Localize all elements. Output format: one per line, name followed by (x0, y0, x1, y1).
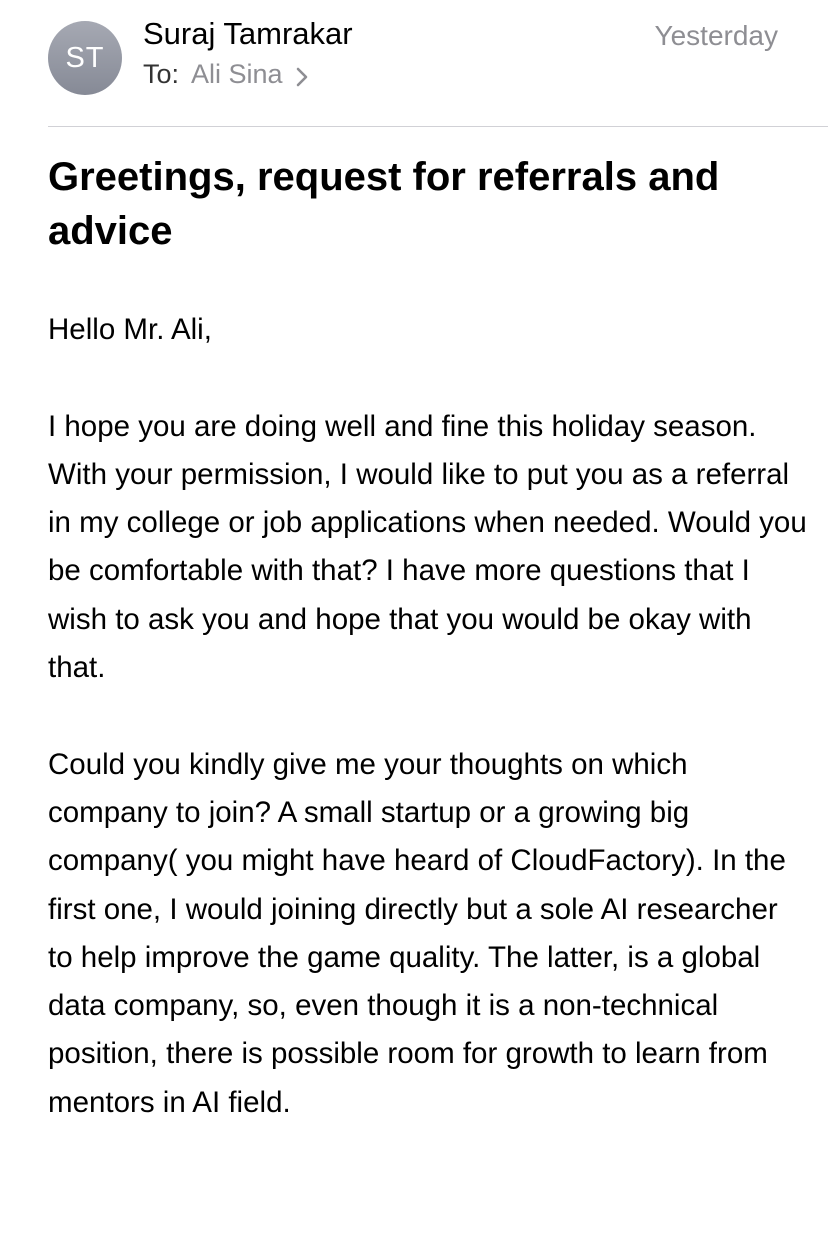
email-greeting: Hello Mr. Ali, (48, 313, 212, 346)
email-paragraph-2: Could you kindly give me your thoughts o… (48, 747, 786, 1119)
avatar-initials: ST (65, 41, 105, 74)
recipient-name[interactable]: Ali Sina (191, 59, 283, 90)
chevron-right-icon[interactable] (293, 64, 311, 86)
recipient-row[interactable]: To: Ali Sina (143, 59, 311, 90)
email-paragraph-1: I hope you are doing well and fine this … (48, 409, 807, 685)
email-header: ST Suraj Tamrakar To: Ali Sina Yesterday (0, 0, 828, 127)
avatar[interactable]: ST (48, 21, 122, 95)
to-label: To: (143, 59, 180, 89)
email-subject: Greetings, request for referrals and adv… (48, 155, 720, 253)
received-date: Yesterday (654, 20, 779, 51)
email-body: Hello Mr. Ali, I hope you are doing well… (48, 306, 808, 1175)
header-divider (48, 126, 828, 127)
sender-name[interactable]: Suraj Tamrakar (143, 16, 353, 52)
